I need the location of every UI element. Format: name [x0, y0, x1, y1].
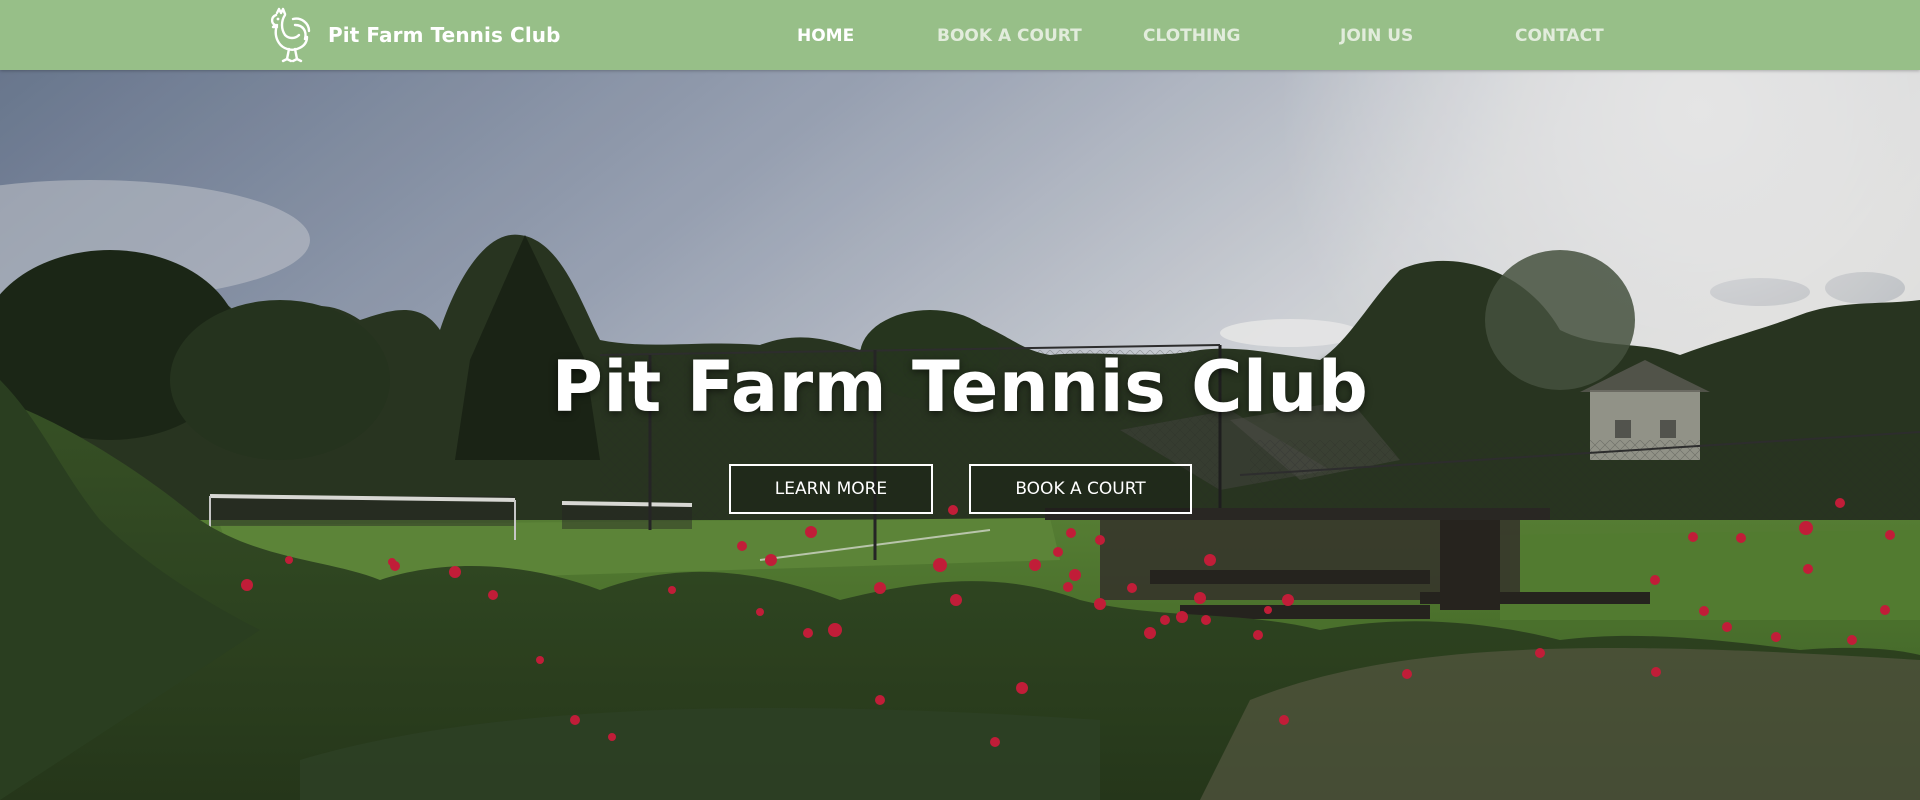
- nav-book-a-court[interactable]: BOOK A COURT: [937, 24, 1082, 48]
- nav-home[interactable]: HOME: [797, 24, 854, 48]
- learn-more-button[interactable]: LEARN MORE: [729, 464, 933, 514]
- top-navbar: Pit Farm Tennis Club HOME BOOK A COURT C…: [0, 0, 1920, 70]
- nav-join-us[interactable]: JOIN US: [1340, 24, 1413, 48]
- brand-name: Pit Farm Tennis Club: [328, 23, 561, 47]
- page: Pit Farm Tennis Club HOME BOOK A COURT C…: [0, 0, 1920, 800]
- brand-home-link[interactable]: Pit Farm Tennis Club: [266, 4, 561, 66]
- rooster-icon: [266, 4, 316, 66]
- book-a-court-button[interactable]: BOOK A COURT: [969, 464, 1192, 514]
- hero-title: Pit Farm Tennis Club: [551, 346, 1369, 428]
- nav-clothing[interactable]: CLOTHING: [1143, 24, 1240, 48]
- nav-contact[interactable]: CONTACT: [1515, 24, 1604, 48]
